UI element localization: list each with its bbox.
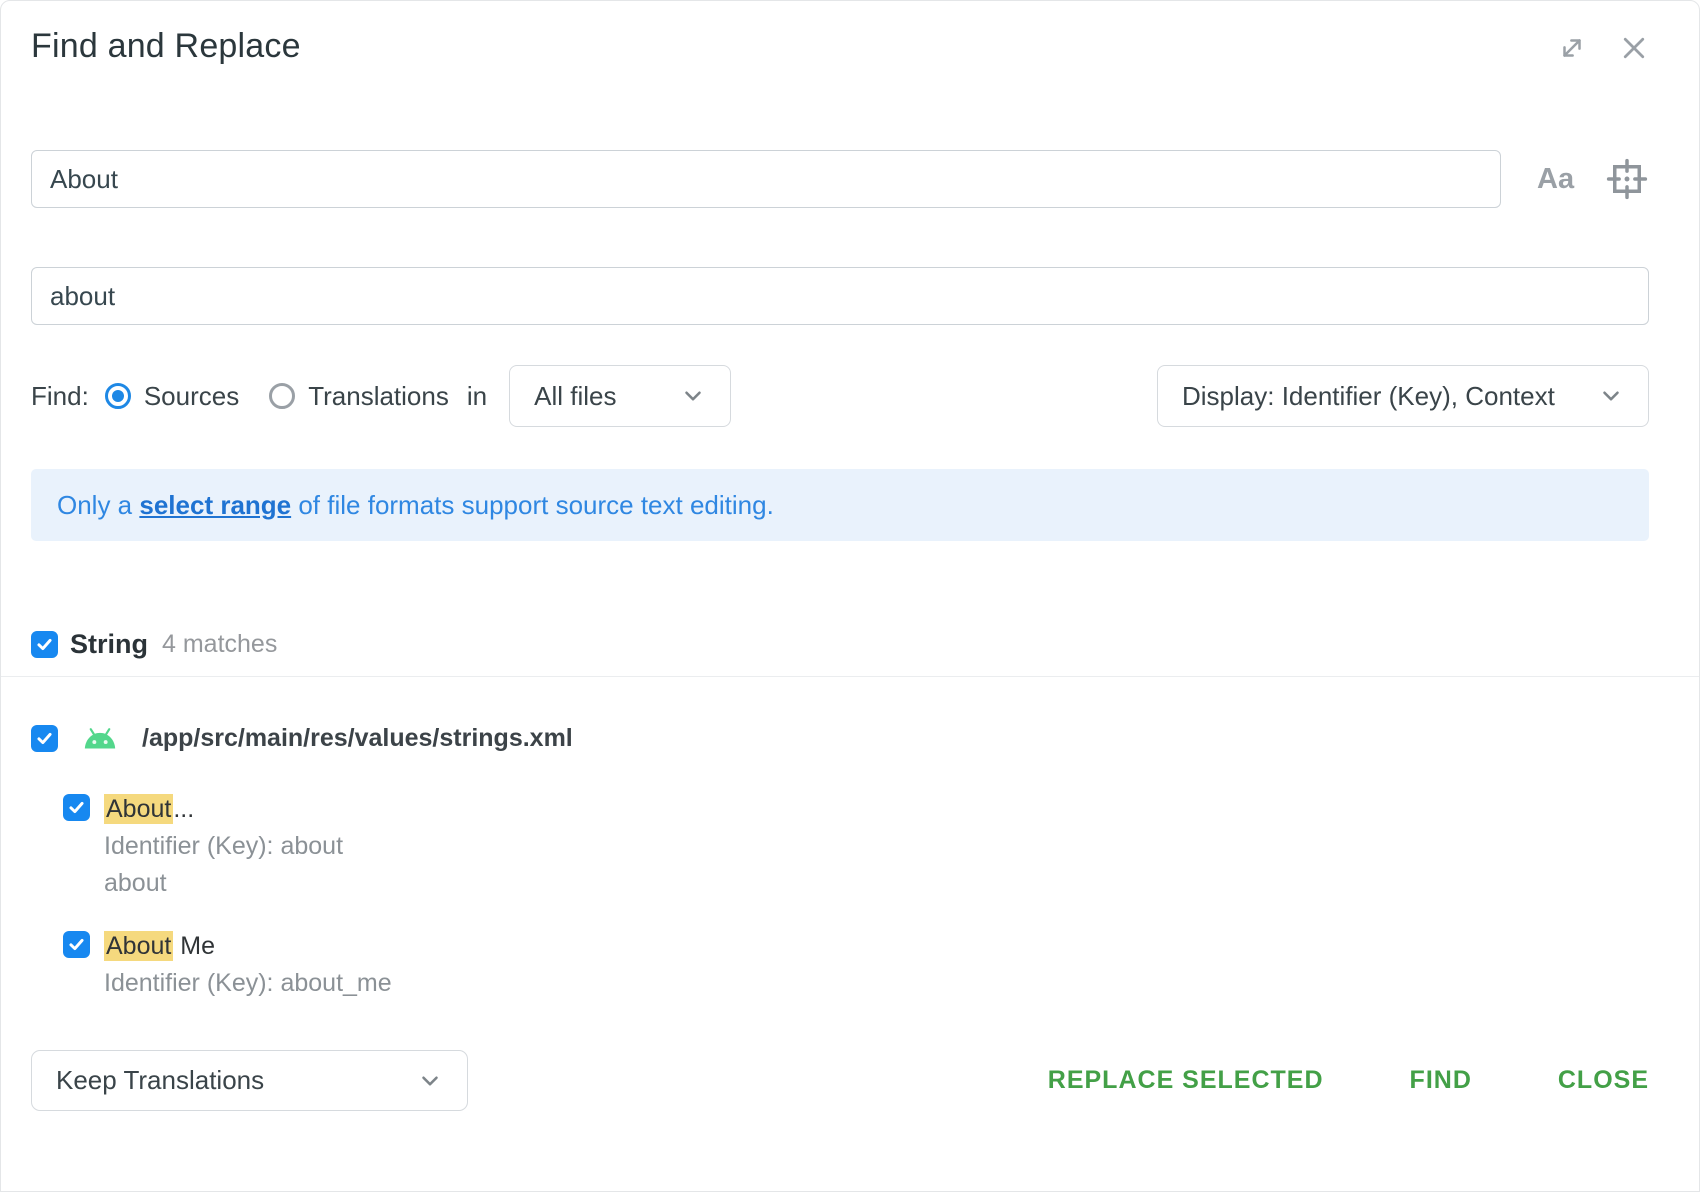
match-checkbox[interactable] [63,794,90,821]
close-button[interactable]: CLOSE [1546,1056,1661,1105]
find-label: Find: [31,381,89,412]
expand-icon[interactable] [1557,33,1587,63]
file-path: /app/src/main/res/values/strings.xml [142,724,573,753]
match-context: about [104,865,343,902]
divider [1,676,1699,677]
match-text: About Me [104,928,392,965]
find-button[interactable]: FIND [1398,1056,1484,1105]
translations-radio[interactable] [269,383,295,409]
sources-label[interactable]: Sources [144,381,239,412]
chevron-down-icon [1598,383,1624,409]
match-text-rest: Me [173,932,215,960]
match-row: About Me Identifier (Key): about_me [63,928,1649,1002]
close-icon[interactable] [1619,33,1649,63]
match-case-icon[interactable]: Aa [1537,165,1574,194]
options-row: Find: Sources Translations in All files … [31,365,1649,427]
search-options: Aa [1537,158,1648,200]
file-scope-value: All files [534,381,616,412]
match-row: About... Identifier (Key): about about [63,791,1649,902]
file-scope-select[interactable]: All files [509,365,731,427]
chevron-down-icon [680,383,706,409]
select-range-link[interactable]: select range [139,490,291,520]
find-and-replace-dialog: Find and Replace Aa [0,0,1700,1192]
file-checkbox[interactable] [31,725,58,752]
dialog-title: Find and Replace [31,27,301,66]
replace-selected-button[interactable]: REPLACE SELECTED [1036,1056,1336,1105]
match-details: About Me Identifier (Key): about_me [104,928,392,1002]
match-text: About... [104,791,343,828]
search-row: Aa [31,66,1649,208]
group-match-count: 4 matches [162,630,277,659]
banner-text-suffix: of file formats support source text edit… [291,490,774,520]
match-checkbox[interactable] [63,931,90,958]
dialog-footer: Keep Translations REPLACE SELECTED FIND … [31,1050,1649,1111]
search-input[interactable] [31,150,1501,208]
info-banner: Only a select range of file formats supp… [31,469,1649,541]
keep-translations-value: Keep Translations [56,1065,264,1096]
in-label: in [467,381,487,412]
match-identifier: Identifier (Key): about [104,828,343,865]
sources-radio[interactable] [105,383,131,409]
header-actions [1557,27,1649,63]
replace-input[interactable] [31,267,1649,325]
file-row: /app/src/main/res/values/strings.xml [31,724,1649,753]
translations-label[interactable]: Translations [308,381,449,412]
chevron-down-icon [417,1068,443,1094]
keep-translations-select[interactable]: Keep Translations [31,1050,468,1111]
match-details: About... Identifier (Key): about about [104,791,343,902]
highlighted-text: About [104,931,173,961]
string-group-checkbox[interactable] [31,631,58,658]
footer-buttons: REPLACE SELECTED FIND CLOSE [1036,1056,1649,1105]
string-group-row: String 4 matches [31,629,1649,660]
match-text-rest: ... [173,795,194,823]
dialog-header: Find and Replace [31,27,1649,66]
match-identifier: Identifier (Key): about_me [104,965,392,1002]
banner-text-prefix: Only a [57,490,139,520]
selection-frame-icon[interactable] [1606,158,1648,200]
group-label: String [70,629,148,660]
android-icon [82,726,118,752]
display-select[interactable]: Display: Identifier (Key), Context [1157,365,1649,427]
highlighted-text: About [104,794,173,824]
display-value: Display: Identifier (Key), Context [1182,381,1555,412]
